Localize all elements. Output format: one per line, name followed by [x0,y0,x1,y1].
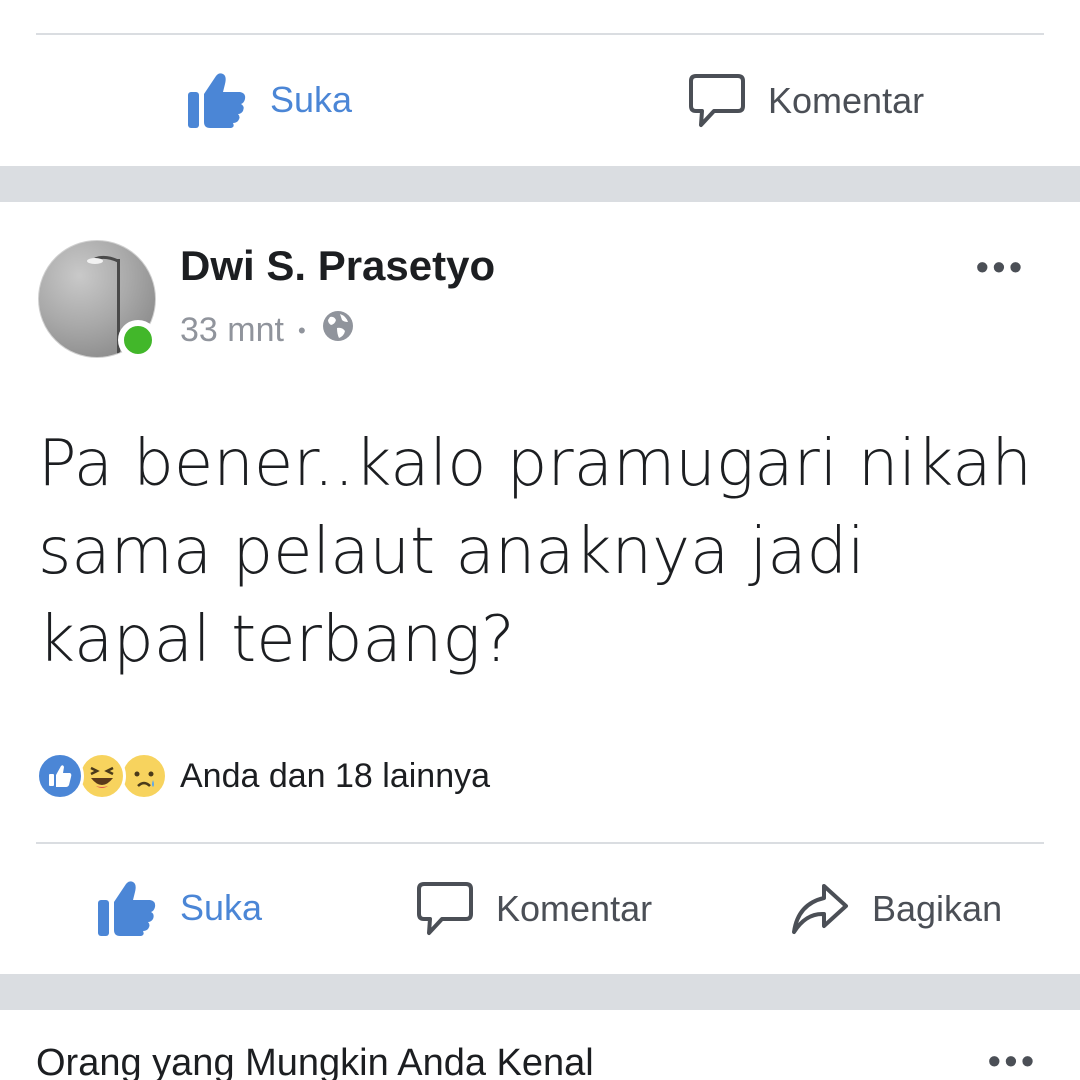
top-divider [36,33,1044,35]
reactions-count-text: Anda dan 18 lainnya [180,756,491,795]
post-timestamp[interactable]: 33 mnt [180,311,284,350]
top-comment-button[interactable]: Komentar [688,72,924,130]
post-like-label: Suka [180,887,263,928]
thumbs-up-icon [96,878,158,938]
comment-icon [416,880,474,938]
sad-reaction-icon [120,752,168,800]
top-like-button[interactable]: Suka [186,70,352,130]
meta-separator: • [297,317,306,343]
post-share-label: Bagikan [872,888,1003,929]
globe-icon [320,308,356,353]
share-arrow-icon [790,880,850,938]
post-share-button[interactable]: Bagikan [790,880,1002,938]
post-meta: 33 mnt • [180,308,356,353]
comment-icon [688,72,746,130]
suggestions-more-options-button[interactable]: ••• [988,1040,1038,1080]
thumbs-up-icon [186,70,248,130]
feed-separator [0,974,1080,1010]
people-you-may-know-title: Orang yang Mungkin Anda Kenal [36,1042,594,1080]
online-status-dot [118,320,158,360]
post-comment-button[interactable]: Komentar [416,880,652,938]
reactions-summary[interactable]: Anda dan 18 lainnya [36,752,490,800]
post-like-button[interactable]: Suka [96,878,262,938]
feed-separator [0,166,1080,202]
top-like-label: Suka [270,79,353,120]
haha-reaction-icon [78,752,126,800]
post-actions-divider [36,842,1044,844]
top-comment-label: Komentar [768,80,925,121]
like-reaction-icon [36,752,84,800]
post-more-options-button[interactable]: ••• [976,246,1026,288]
post-body-text: Pa bener..kalo pramugari nikah sama pela… [38,427,1032,677]
post-author-name[interactable]: Dwi S. Prasetyo [180,242,495,290]
post-comment-label: Komentar [496,888,653,929]
